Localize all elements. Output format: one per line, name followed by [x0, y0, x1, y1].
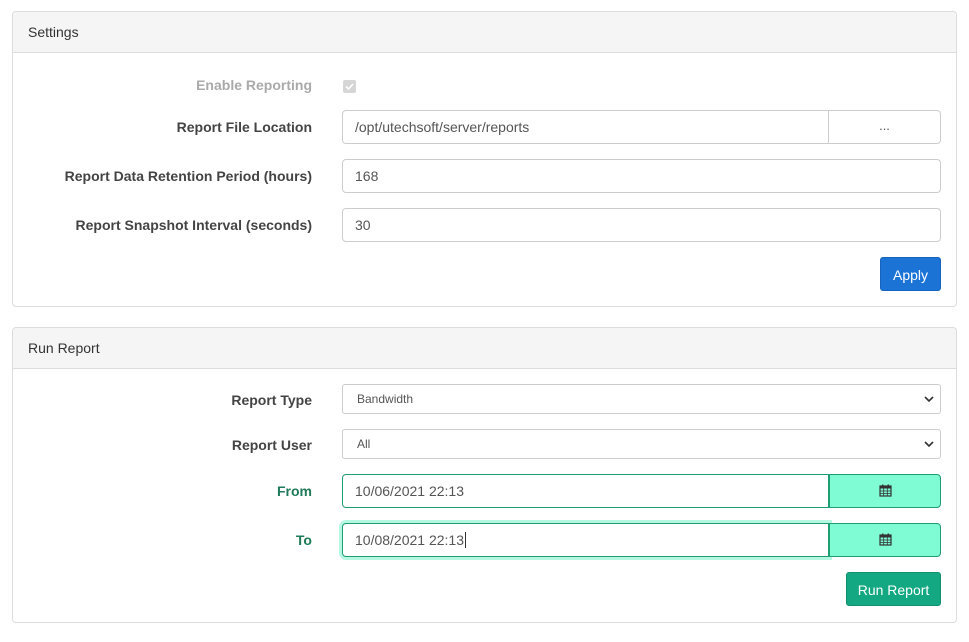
browse-button[interactable]: ... [829, 110, 941, 144]
calendar-icon [878, 484, 892, 497]
file-location-label: Report File Location [176, 119, 312, 135]
run-report-panel: Run Report Report Type Bandwidth Report … [12, 327, 957, 623]
to-calendar-button[interactable] [829, 523, 941, 557]
report-user-label: Report User [231, 437, 312, 453]
enable-reporting-label: Enable Reporting [196, 77, 312, 93]
file-location-input[interactable]: /opt/utechsoft/server/reports [342, 110, 829, 144]
from-calendar-button[interactable] [829, 474, 941, 508]
settings-header: Settings [13, 12, 956, 53]
check-icon [345, 83, 354, 91]
retention-input[interactable]: 168 [342, 159, 941, 193]
chevron-down-icon [924, 396, 934, 403]
report-type-value: Bandwidth [357, 392, 414, 406]
settings-panel: Settings Enable Reporting Report File Lo… [12, 11, 957, 307]
report-user-value: All [357, 437, 371, 451]
snapshot-input[interactable]: 30 [342, 208, 941, 242]
from-label: From [277, 483, 312, 499]
to-label: To [295, 532, 312, 548]
enable-reporting-checkbox[interactable] [343, 80, 356, 93]
to-date-value: 10/08/2021 22:13 [355, 532, 464, 548]
run-report-button[interactable]: Run Report [846, 572, 941, 606]
run-report-header: Run Report [13, 328, 956, 369]
chevron-down-icon [924, 441, 934, 448]
report-type-select[interactable]: Bandwidth [342, 384, 941, 414]
report-user-select[interactable]: All [342, 429, 941, 459]
calendar-icon [878, 533, 892, 546]
text-caret [465, 532, 466, 548]
retention-label: Report Data Retention Period (hours) [64, 168, 312, 184]
snapshot-label: Report Snapshot Interval (seconds) [75, 217, 312, 233]
from-date-input[interactable]: 10/06/2021 22:13 [342, 474, 829, 508]
report-type-label: Report Type [231, 392, 312, 408]
to-date-input[interactable]: 10/08/2021 22:13 [342, 523, 829, 557]
apply-button[interactable]: Apply [880, 257, 941, 291]
